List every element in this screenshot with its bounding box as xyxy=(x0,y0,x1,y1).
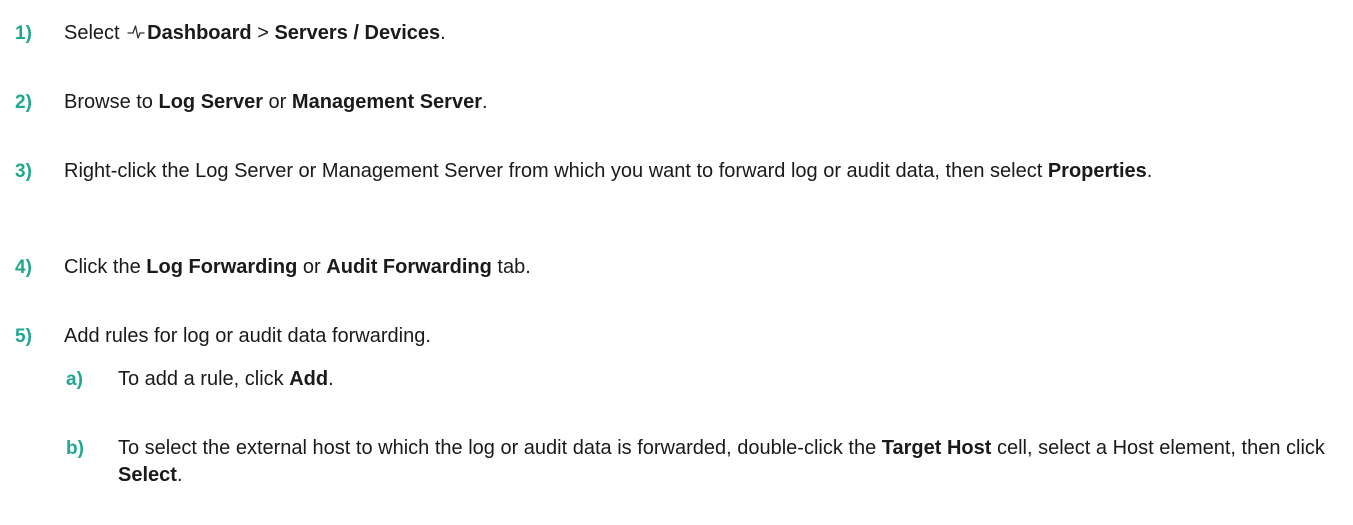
step-number: 2) xyxy=(15,92,32,113)
menu-servers-devices: Servers / Devices xyxy=(274,22,441,44)
step-text: Click the Log Forwarding or Audit Forwar… xyxy=(64,256,531,278)
term-management-server: Management Server xyxy=(291,91,482,113)
substep-text: To add a rule, click Add. xyxy=(118,368,334,390)
step-number: 5) xyxy=(15,326,32,347)
substep-text: To select the external host to which the… xyxy=(118,437,1325,486)
term-add: Add xyxy=(289,368,329,390)
term-select: Select xyxy=(118,464,177,486)
term-properties: Properties xyxy=(1047,160,1147,182)
activity-pulse-icon xyxy=(127,25,145,39)
step-text: Select Dashboard > Servers / Devices. xyxy=(64,22,446,44)
term-log-server: Log Server xyxy=(158,91,263,113)
menu-dashboard: Dashboard xyxy=(147,22,252,44)
step-text: Right-click the Log Server or Management… xyxy=(64,160,1153,182)
substep-number: a) xyxy=(66,369,83,390)
step-text: Browse to Log Server or Management Serve… xyxy=(64,91,488,113)
tab-log-forwarding: Log Forwarding xyxy=(146,256,298,278)
tab-audit-forwarding: Audit Forwarding xyxy=(326,256,492,278)
substep-number: b) xyxy=(66,438,84,459)
step-number: 4) xyxy=(15,257,32,278)
term-target-host: Target Host xyxy=(881,437,992,459)
step-text: Add rules for log or audit data forwardi… xyxy=(64,325,431,347)
step-number: 1) xyxy=(15,23,32,44)
step-number: 3) xyxy=(15,161,32,182)
